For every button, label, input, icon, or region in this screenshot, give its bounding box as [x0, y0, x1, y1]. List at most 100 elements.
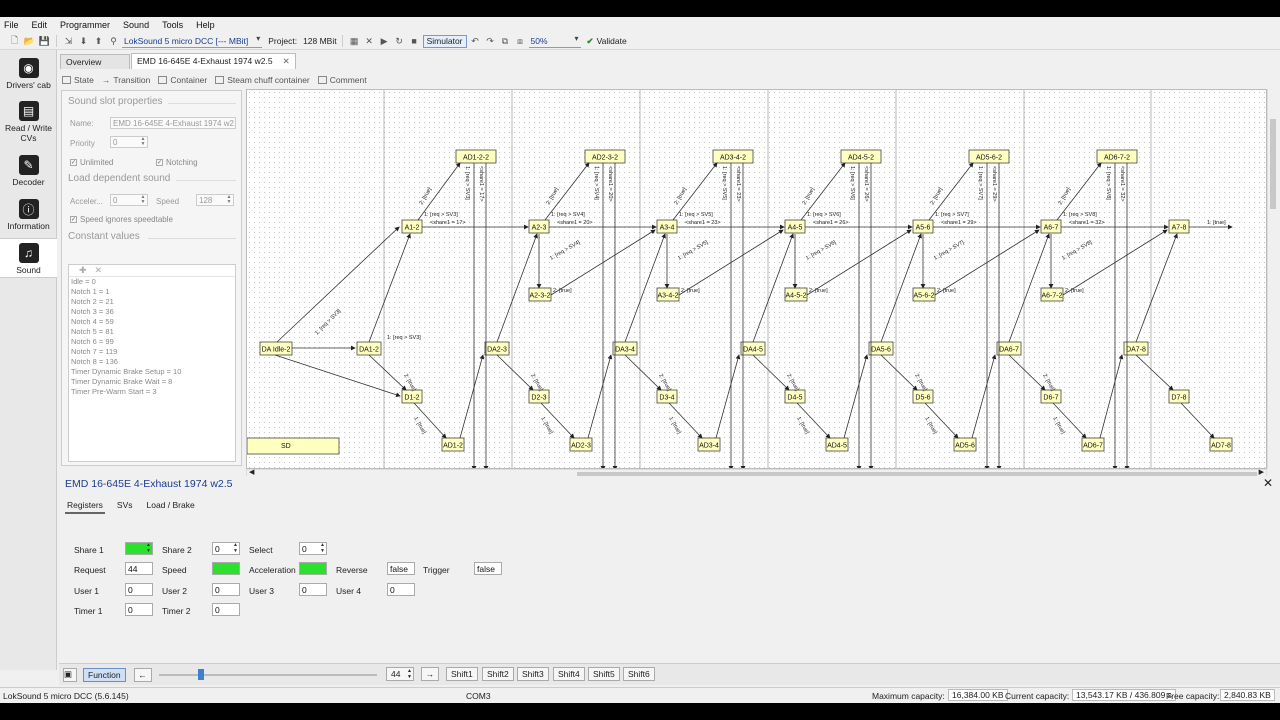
state-node[interactable]: [247, 437, 340, 455]
unlimited-checkbox[interactable]: ✓ Unlimited: [70, 158, 113, 167]
paste-icon[interactable]: ⧈: [514, 35, 527, 48]
nav-decoder[interactable]: ✎ Decoder: [0, 155, 57, 187]
spin-icon[interactable]: ▲ ▼: [139, 195, 147, 205]
import-icon[interactable]: ⇲: [62, 35, 75, 48]
decoder-select[interactable]: LokSound 5 micro DCC [--- MBit]: [122, 34, 263, 48]
function-button[interactable]: Function: [83, 667, 126, 682]
nav-information[interactable]: ⓘ Information: [0, 199, 57, 231]
shift4-button[interactable]: Shift4: [553, 667, 585, 681]
select-stepper[interactable]: 0 ▲ ▼: [299, 542, 327, 555]
tool-transition[interactable]: → Transition: [102, 75, 151, 85]
notching-checkbox[interactable]: ✓ Notching: [156, 158, 198, 167]
write-icon[interactable]: ⬆: [92, 35, 105, 48]
nav-sound[interactable]: ♫ Sound: [0, 238, 57, 278]
menu-programmer[interactable]: Programmer: [60, 20, 110, 30]
menu-tools[interactable]: Tools: [162, 20, 183, 30]
wand-icon[interactable]: ⚲: [107, 35, 120, 48]
tab-svs[interactable]: SVs: [115, 498, 135, 514]
read-icon[interactable]: ⬇: [77, 35, 90, 48]
panel-toggle-icon[interactable]: ▣: [63, 667, 77, 682]
shift6-button[interactable]: Shift6: [623, 667, 655, 681]
reload-icon[interactable]: ↻: [393, 35, 406, 48]
save-icon[interactable]: 💾: [38, 35, 51, 48]
share2-stepper[interactable]: 0 ▲ ▼: [212, 542, 240, 555]
spin-icon[interactable]: ▲ ▼: [225, 195, 233, 205]
constant-item[interactable]: Timer Pre-Warm Start = 3: [69, 387, 235, 397]
speed-stepper[interactable]: 128 ▲ ▼: [196, 194, 234, 206]
user2-field[interactable]: 0: [212, 583, 240, 596]
share1-stepper[interactable]: 30 ▲ ▼: [125, 542, 153, 555]
acceleration-field[interactable]: -17: [299, 562, 327, 575]
open-folder-icon[interactable]: 📂: [23, 35, 36, 48]
speed-ignores-checkbox[interactable]: ✓ Speed ignores speedtable: [70, 215, 173, 224]
spin-icon[interactable]: ▲ ▼: [232, 542, 239, 554]
constant-item[interactable]: Notch 8 = 136: [69, 357, 235, 367]
constant-item[interactable]: Timer Dynamic Brake Wait = 8: [69, 377, 235, 387]
scroll-right-icon[interactable]: ▶: [1259, 468, 1264, 476]
state-diagram-canvas[interactable]: A1-2 A2-3 A3-4 A4-5 A5-6 A6-7 A7-8 AD1-2-2 AD2-3…: [246, 89, 1267, 469]
user4-field[interactable]: 0: [387, 583, 415, 596]
nav-drivers-cab[interactable]: ◉ Drivers' cab: [0, 58, 57, 90]
delete-icon[interactable]: ✕: [95, 265, 103, 276]
validate-button[interactable]: ✔ Validate: [587, 36, 627, 47]
constant-item[interactable]: Notch 1 = 1: [69, 287, 235, 297]
menu-help[interactable]: Help: [196, 20, 215, 30]
play-icon[interactable]: ▶: [378, 35, 391, 48]
scroll-left-icon[interactable]: ◀: [249, 468, 254, 476]
simulator-button[interactable]: Simulator: [422, 34, 467, 48]
trigger-field[interactable]: false: [474, 562, 502, 575]
menu-edit[interactable]: Edit: [32, 20, 48, 30]
constant-item[interactable]: Notch 6 = 99: [69, 337, 235, 347]
user3-field[interactable]: 0: [299, 583, 327, 596]
copy-icon[interactable]: ⧉: [499, 35, 512, 48]
timer2-field[interactable]: 0: [212, 603, 240, 616]
constant-item[interactable]: Notch 2 = 21: [69, 297, 235, 307]
constant-item[interactable]: Idle = 0: [69, 277, 235, 287]
constant-item[interactable]: Notch 5 = 81: [69, 327, 235, 337]
timer1-field[interactable]: 0: [125, 603, 153, 616]
constant-item[interactable]: Notch 4 = 59: [69, 317, 235, 327]
request-field[interactable]: 44: [125, 562, 153, 575]
reverse-field[interactable]: false: [387, 562, 415, 575]
vertical-scrollbar[interactable]: [1267, 89, 1277, 469]
chip-icon[interactable]: ▦: [348, 35, 361, 48]
close-tab-icon[interactable]: ✕: [283, 56, 290, 66]
add-icon[interactable]: ✚: [79, 265, 87, 276]
tab-load-brake[interactable]: Load / Brake: [145, 498, 197, 514]
arrow-left-icon[interactable]: ←: [133, 667, 152, 682]
speed-stepper[interactable]: 44 ▲ ▼: [386, 667, 414, 681]
spin-icon[interactable]: ▲ ▼: [139, 137, 147, 147]
spin-icon[interactable]: ▲ ▼: [319, 542, 326, 554]
menu-sound[interactable]: Sound: [123, 20, 149, 30]
constant-item[interactable]: Notch 7 = 119: [69, 347, 235, 357]
slider-handle[interactable]: [198, 669, 205, 680]
zoom-select[interactable]: 50%: [528, 34, 581, 48]
accel-stepper[interactable]: 0 ▲ ▼: [110, 194, 148, 206]
cancel-icon[interactable]: ✕: [363, 35, 376, 48]
undo-icon[interactable]: ↶: [469, 35, 482, 48]
spin-icon[interactable]: ▲ ▼: [145, 542, 152, 554]
close-icon[interactable]: ✕: [1263, 476, 1273, 490]
constant-item[interactable]: Timer Dynamic Brake Setup = 10: [69, 367, 235, 377]
new-file-icon[interactable]: 🗋: [8, 35, 21, 48]
shift5-button[interactable]: Shift5: [588, 667, 620, 681]
shift3-button[interactable]: Shift3: [517, 667, 549, 681]
redo-icon[interactable]: ↷: [484, 35, 497, 48]
tool-steam-chuff[interactable]: Steam chuff container: [215, 75, 310, 85]
priority-stepper[interactable]: 0 ▲ ▼: [110, 136, 148, 148]
tab-registers[interactable]: Registers: [65, 498, 105, 514]
shift1-button[interactable]: Shift1: [446, 667, 478, 681]
speed-field[interactable]: 79: [212, 562, 240, 575]
tool-state[interactable]: State: [62, 75, 94, 85]
tab-sound-slot[interactable]: EMD 16-645E 4-Exhaust 1974 w2.5 ✕: [131, 53, 296, 69]
stop-icon[interactable]: ■: [408, 35, 421, 48]
tool-comment[interactable]: Comment: [317, 75, 367, 85]
constant-item[interactable]: Notch 3 = 36: [69, 307, 235, 317]
scroll-thumb[interactable]: [1270, 119, 1276, 209]
menu-file[interactable]: File: [4, 20, 19, 30]
nav-read-write-cvs[interactable]: ▤ Read / Write CVs: [0, 101, 57, 143]
user1-field[interactable]: 0: [125, 583, 153, 596]
name-field[interactable]: EMD 16-645E 4-Exhaust 1974 w2.5: [110, 117, 236, 129]
spin-icon[interactable]: ▲ ▼: [407, 668, 412, 680]
tab-overview[interactable]: Overview: [60, 54, 130, 69]
